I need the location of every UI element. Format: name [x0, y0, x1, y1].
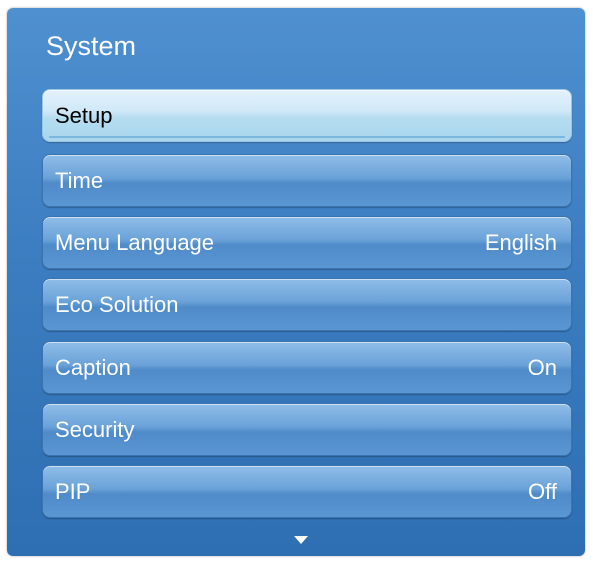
menu-item-label: PIP — [55, 478, 91, 504]
menu-item-security[interactable]: Security — [42, 403, 572, 456]
menu-item-label: Security — [55, 416, 135, 442]
menu-item-setup[interactable]: Setup — [42, 89, 572, 142]
scroll-down-icon[interactable] — [294, 536, 308, 544]
menu-item-caption[interactable]: Caption On — [42, 341, 572, 394]
menu-item-label: Eco Solution — [55, 291, 179, 317]
menu-item-time[interactable]: Time — [42, 154, 572, 207]
menu-item-value: On — [527, 354, 557, 380]
menu-item-label: Setup — [55, 102, 113, 128]
menu-item-label: Menu Language — [55, 229, 215, 255]
menu-title: System — [46, 31, 137, 61]
menu-item-value: English — [484, 229, 557, 255]
menu-item-value: Off — [528, 478, 557, 504]
menu-item-menu-language[interactable]: Menu Language English — [42, 216, 572, 269]
menu-item-eco-solution[interactable]: Eco Solution — [42, 278, 572, 331]
menu-item-label: Time — [55, 167, 104, 193]
menu-item-pip[interactable]: PIP Off — [42, 465, 572, 518]
menu-item-label: Caption — [55, 354, 131, 380]
